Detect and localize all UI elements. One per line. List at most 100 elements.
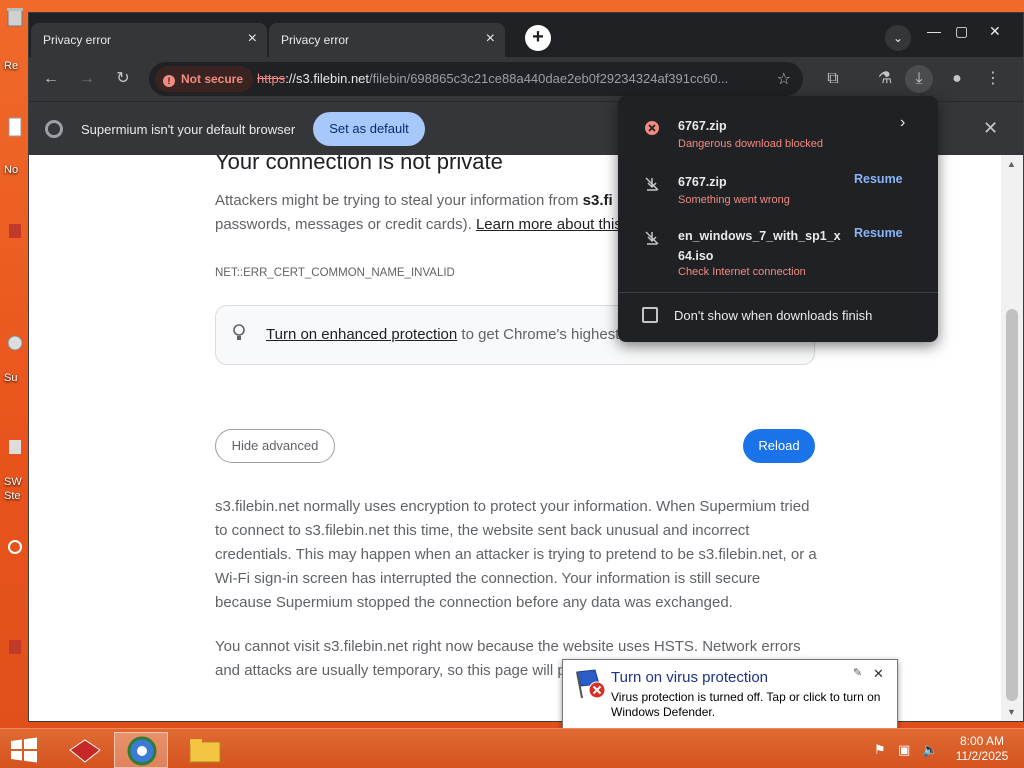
desktop-icon-supermium[interactable] xyxy=(4,332,28,366)
pin-icon[interactable]: ✎ xyxy=(853,666,862,679)
menu-kebab-icon[interactable]: ⋮ xyxy=(979,65,1007,93)
advanced-line: s3.filebin.net normally uses encryption … xyxy=(215,498,810,515)
tab-title: Privacy error xyxy=(43,33,112,47)
forward-button[interactable]: → xyxy=(73,65,101,93)
taskbar: ⚑ ▣ 🔈 8:00 AM 11/2/2025 xyxy=(0,728,1024,768)
tab-title: Privacy error xyxy=(281,33,350,47)
url-path: /filebin/698865c3c21ce88a440dae2eb0f2923… xyxy=(369,71,729,86)
labs-flask-icon[interactable]: ⚗ xyxy=(871,65,899,93)
intro-prefix: Attackers might be trying to steal your … xyxy=(215,192,583,209)
app-icon xyxy=(9,224,21,238)
security-flag-icon xyxy=(576,669,606,699)
close-icon[interactable]: × xyxy=(486,30,495,48)
resume-button[interactable]: Resume xyxy=(854,226,903,240)
notification-body: Virus protection is turned off. Tap or c… xyxy=(611,690,881,719)
taskbar-app-1[interactable] xyxy=(58,732,112,768)
desktop-icon-app[interactable] xyxy=(4,220,28,254)
desktop-icon-steam[interactable] xyxy=(4,436,28,470)
close-icon[interactable]: ✕ xyxy=(983,118,998,139)
browser-logo-icon xyxy=(45,120,63,138)
app-icon xyxy=(9,440,21,454)
page-scrollbar[interactable]: ▲ ▼ xyxy=(1001,155,1023,721)
scroll-down-icon[interactable]: ▼ xyxy=(1007,707,1016,717)
tab-strip: Privacy error × Privacy error × + ⌄ — ▢ … xyxy=(29,13,1023,57)
document-icon xyxy=(8,117,22,137)
url-host: ://s3.filebin.net xyxy=(285,71,370,86)
warning-icon: ! xyxy=(163,75,175,87)
profile-avatar-icon[interactable]: ● xyxy=(943,65,971,93)
downloads-bubble: 6767.zip Dangerous download blocked › 67… xyxy=(618,96,938,342)
page-title: Your connection is not private xyxy=(215,155,503,174)
intro-text: Attackers might be trying to steal your … xyxy=(215,189,625,237)
volume-muted-icon[interactable]: 🔈 xyxy=(922,742,938,758)
download-filename: 6767.zip xyxy=(678,175,727,189)
defender-flag-icon[interactable]: ⚑ xyxy=(874,742,886,758)
advanced-line: Wi-Fi sign-in screen has interrupted the… xyxy=(215,570,761,587)
app-icon xyxy=(9,640,21,654)
scroll-up-icon[interactable]: ▲ xyxy=(1007,159,1016,169)
hide-advanced-button[interactable]: Hide advanced xyxy=(215,429,335,463)
close-icon[interactable]: × xyxy=(248,30,257,48)
tab-privacy-error-2[interactable]: Privacy error × xyxy=(269,23,505,57)
url-text[interactable]: https://s3.filebin.net/filebin/698865c3c… xyxy=(257,71,767,86)
reload-button[interactable]: Reload xyxy=(743,429,815,463)
hsts-line: You cannot visit s3.filebin.net right no… xyxy=(215,638,801,655)
new-tab-button[interactable]: + xyxy=(525,25,551,51)
app-icon xyxy=(8,540,22,554)
tab-privacy-error-1[interactable]: Privacy error × xyxy=(31,23,267,57)
desktop-label: Su xyxy=(4,372,18,384)
infobar-message: Supermium isn't your default browser xyxy=(81,122,296,137)
download-icon[interactable]: ⤓ xyxy=(905,65,933,93)
recycle-bin-icon xyxy=(7,8,23,27)
error-code: NET::ERR_CERT_COMMON_NAME_INVALID xyxy=(215,267,455,279)
intro-line2: passwords, messages or credit cards). xyxy=(215,216,476,233)
blocked-icon xyxy=(645,121,659,135)
set-as-default-button[interactable]: Set as default xyxy=(313,112,425,146)
extensions-icon[interactable]: ⧉ xyxy=(819,65,847,93)
advanced-line: because Supermium stopped the connection… xyxy=(215,594,733,611)
download-status: Check Internet connection xyxy=(678,266,806,278)
back-button[interactable]: ← xyxy=(37,65,65,93)
advanced-line: credentials. This may happen when an att… xyxy=(215,546,817,563)
clock-date: 11/2/2025 xyxy=(955,749,1009,763)
bookmark-star-icon[interactable]: ☆ xyxy=(777,69,791,89)
taskbar-file-explorer[interactable] xyxy=(178,732,232,768)
address-bar[interactable]: ! Not secure https://s3.filebin.net/fileb… xyxy=(149,62,803,96)
advanced-line: to connect to s3.filebin.net this time, … xyxy=(215,522,750,539)
close-window-button[interactable]: ✕ xyxy=(989,23,1001,40)
maximize-button[interactable]: ▢ xyxy=(955,23,968,40)
tab-search-button[interactable]: ⌄ xyxy=(885,25,911,51)
reload-icon[interactable]: ↻ xyxy=(109,65,137,93)
network-icon[interactable]: ▣ xyxy=(898,742,910,758)
taskbar-clock[interactable]: 8:00 AM 11/2/2025 xyxy=(950,734,1014,764)
download-failed-icon xyxy=(645,231,659,245)
filename-line-1: en_windows_7_with_sp1_x xyxy=(678,229,841,243)
windows-start-icon[interactable] xyxy=(10,737,38,763)
dont-show-label[interactable]: Don't show when downloads finish xyxy=(674,308,872,323)
enhanced-protection-link[interactable]: Turn on enhanced protection xyxy=(266,326,457,343)
filename-line-2: 64.iso xyxy=(678,249,714,263)
desktop-icon-notepad[interactable] xyxy=(4,116,28,150)
close-icon[interactable]: ✕ xyxy=(873,666,884,682)
download-filename: en_windows_7_with_sp1_x 64.iso xyxy=(678,226,848,266)
download-failed-icon xyxy=(645,177,659,191)
url-scheme: https xyxy=(257,71,286,86)
desktop-label: SW xyxy=(4,476,22,488)
learn-more-link[interactable]: Learn more about this w xyxy=(476,216,625,233)
desktop-icon-recycle-bin[interactable] xyxy=(4,6,28,40)
lightbulb-icon xyxy=(233,324,245,340)
dont-show-checkbox[interactable] xyxy=(642,307,658,323)
desktop-label: Ste xyxy=(4,490,21,502)
chevron-down-icon: ⌄ xyxy=(892,31,904,45)
desktop-icon-app-3[interactable] xyxy=(4,636,28,670)
minimize-button[interactable]: — xyxy=(927,23,941,39)
app-icon xyxy=(7,335,23,351)
security-chip[interactable]: ! Not secure xyxy=(155,66,254,92)
chevron-right-icon[interactable]: › xyxy=(900,114,905,132)
notification-title: Turn on virus protection xyxy=(611,669,769,686)
virus-protection-notification[interactable]: Turn on virus protection ✎ ✕ Virus prote… xyxy=(562,659,898,729)
scrollbar-thumb[interactable] xyxy=(1006,309,1018,701)
taskbar-supermium[interactable] xyxy=(114,732,168,768)
desktop-icon-app-2[interactable] xyxy=(4,536,28,570)
resume-button[interactable]: Resume xyxy=(854,172,903,186)
